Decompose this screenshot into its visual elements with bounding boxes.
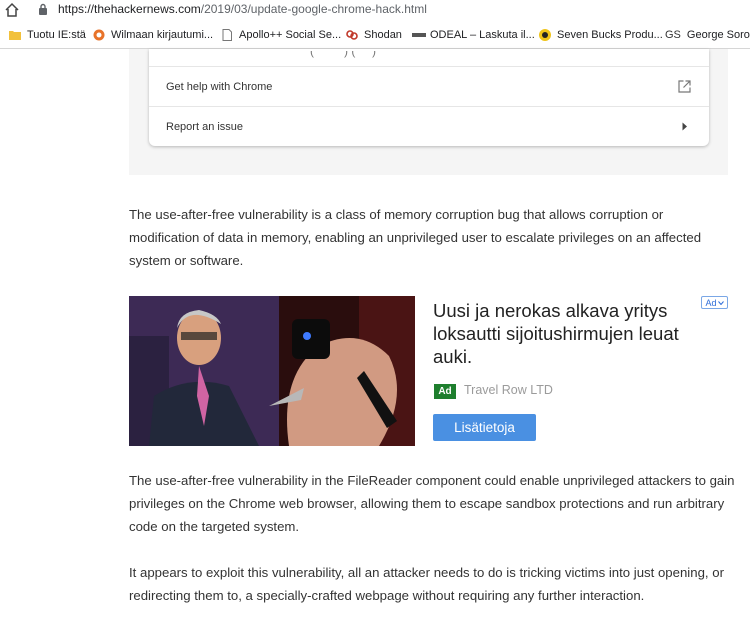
article-paragraph: The use-after-free vulnerability is a cl… [129,203,729,272]
paragraph-line: privileges on the Chrome web browser, al… [129,496,725,511]
ad-photo [129,296,415,446]
bookmarks-bar: Tuotu IE:stä Wilmaan kirjautumi... Apoll… [0,22,750,49]
article-paragraph: It appears to exploit this vulnerability… [129,561,729,607]
paragraph-line: system or software. [129,253,244,268]
bookmark-label: Wilmaan kirjautumi... [111,29,214,41]
odeal-icon [412,29,426,41]
paragraph-line: The use-after-free vulnerability in the … [129,473,735,488]
bookmark-apollo[interactable]: Apollo++ Social Se... [221,27,341,43]
help-item-label: Report an issue [166,121,244,133]
external-link-icon [678,80,691,93]
paragraph-line: It appears to exploit this vulnerability… [129,565,724,580]
ad-headline[interactable]: Uusi ja nerokas alkava yritys loksautti … [433,299,723,368]
help-item-label: Get help with Chrome [166,81,273,93]
ad-advertiser[interactable]: Travel Row LTD [464,383,553,397]
url-field[interactable]: https://thehackernews.com/2019/03/update… [58,2,427,16]
paragraph-line: code on the targeted system. [129,519,300,534]
bookmark-label: George Soros [686,29,750,41]
bookmark-wilma[interactable]: Wilmaan kirjautumi... [93,27,213,43]
page-icon [221,29,233,41]
url-host: https://thehackernews.com [58,2,201,16]
folder-icon [9,29,21,41]
caret-right-icon [682,122,687,131]
ad-headline-line: auki. [433,346,473,367]
ad-badge: Ad [434,384,456,399]
ad-headline-line: loksautti sijoitushirmujen leuat [433,323,679,344]
bookmark-seven-bucks[interactable]: Seven Bucks Produ... [539,27,663,43]
paragraph-line: The use-after-free vulnerability is a cl… [129,207,664,222]
paragraph-line: redirecting them to, a specially-crafted… [129,588,645,603]
home-icon[interactable] [4,2,20,18]
ad-image[interactable] [129,296,415,446]
ad-headline-line: Uusi ja nerokas alkava yritys [433,300,668,321]
bookmark-label: Apollo++ Social Se... [239,29,342,41]
cut-off-text: ( ) ( ) [310,51,376,58]
bookmark-shodan[interactable]: Shodan [346,27,402,43]
url-path: /2019/03/update-google-chrome-hack.html [200,2,427,16]
gs-icon: GS [665,29,681,41]
paragraph-line: modification of data in memory, enabling… [129,230,702,245]
site-icon [93,29,105,41]
lock-icon[interactable] [38,3,48,15]
bookmark-label: Shodan [364,29,402,41]
bookmark-label: Tuotu IE:stä [27,29,86,41]
bookmark-odeal[interactable]: ODEAL – Laskuta il... [412,27,535,43]
bookmark-label: Seven Bucks Produ... [557,29,663,41]
bookmark-label: ODEAL – Laskuta il... [430,29,535,41]
bookmark-tuotu-ie[interactable]: Tuotu IE:stä [9,27,86,43]
article-paragraph: The use-after-free vulnerability in the … [129,469,735,538]
help-item-report-issue[interactable]: Report an issue [149,106,709,147]
bookmark-george-soros[interactable]: GS George Soros [665,27,750,43]
address-bar: https://thehackernews.com/2019/03/update… [0,0,750,20]
ad-cta-button[interactable]: Lisätietoja [433,414,536,441]
sevenbucks-icon [539,29,551,41]
shodan-icon [346,29,358,41]
help-item-get-help[interactable]: Get help with Chrome [149,66,709,107]
